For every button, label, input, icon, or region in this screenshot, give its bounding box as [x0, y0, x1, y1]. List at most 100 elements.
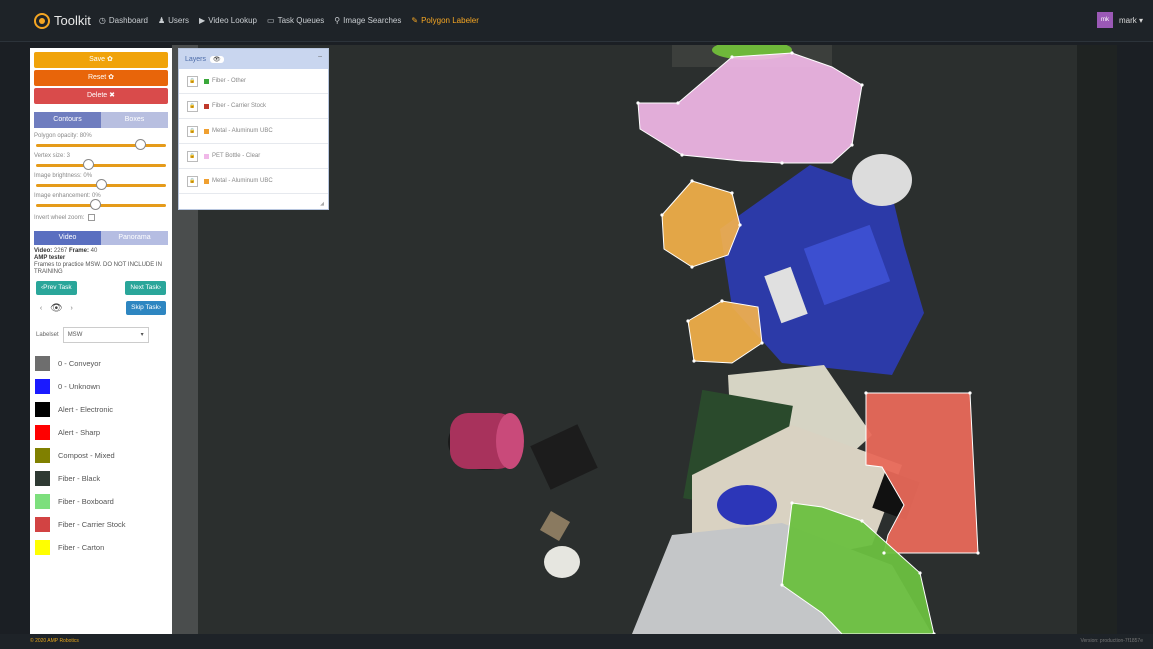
- nav-item-dashboard[interactable]: ◷ Dashboard: [99, 16, 148, 25]
- version-text: Version: production-7f1857e: [1080, 638, 1143, 644]
- lock-icon[interactable]: 🔒: [187, 125, 198, 137]
- layer-item[interactable]: 🔒 Metal - Aluminum UBC: [179, 119, 328, 144]
- nav-item-image-searches[interactable]: ⚲ Image Searches: [334, 16, 401, 25]
- slider-handle[interactable]: [96, 179, 107, 190]
- bottle-cap-blue: [717, 485, 777, 525]
- frame-label: Frame:: [68, 248, 89, 254]
- polygon-metal-aluminum-ubc-1[interactable]: [661, 180, 741, 268]
- save-button[interactable]: Save ✿: [34, 52, 168, 68]
- layer-item[interactable]: 🔒 Fiber - Carrier Stock: [179, 94, 328, 119]
- dashboard-icon: ◷: [98, 16, 106, 25]
- eye-icon[interactable]: 👁: [210, 55, 224, 63]
- video-label: Video:: [34, 248, 53, 254]
- labelset-select[interactable]: MSW: [62, 327, 149, 343]
- top-navbar: Toolkit ◷ Dashboard ♟ Users ▶ Video Lookup …: [0, 0, 1153, 42]
- layers-panel[interactable]: Layers 👁 ‒ 🔒 Fiber - Other 🔒 Fiber - Car…: [178, 48, 329, 210]
- nav-label: Polygon Labeler: [421, 16, 479, 25]
- tab-boxes[interactable]: Boxes: [101, 112, 168, 128]
- class-name: Fiber - Boxboard: [58, 497, 114, 506]
- reset-button[interactable]: Reset ✿: [34, 70, 168, 86]
- class-name: Fiber - Carton: [58, 543, 105, 552]
- class-name: Alert - Electronic: [58, 405, 114, 414]
- next-task-button[interactable]: Next Task›: [125, 281, 166, 295]
- vertex-size-label: Vertex size: 3: [34, 153, 71, 159]
- layer-item[interactable]: 🔒 PET Bottle - Clear: [179, 144, 328, 169]
- slider-handle[interactable]: [83, 159, 94, 170]
- user-menu[interactable]: mk mark ▾: [1096, 12, 1143, 28]
- lock-icon[interactable]: 🔒: [187, 175, 198, 187]
- class-item[interactable]: 0 - Unknown: [35, 375, 172, 398]
- delete-button[interactable]: Delete ✖: [34, 88, 168, 104]
- prev-frame-icon[interactable]: ‹: [36, 305, 46, 312]
- tab-contours[interactable]: Contours: [34, 112, 101, 128]
- nav-item-task-queues[interactable]: ▭ Task Queues: [267, 16, 324, 25]
- class-name: 0 - Unknown: [58, 382, 101, 391]
- calendar-icon: ▭: [267, 16, 275, 25]
- brand-name: Toolkit: [54, 13, 91, 28]
- class-name: 0 - Conveyor: [58, 359, 101, 368]
- tab-video[interactable]: Video: [34, 231, 101, 245]
- layer-name: PET Bottle - Clear: [212, 153, 261, 159]
- user-icon: ♟: [157, 16, 166, 25]
- nav-label: Image Searches: [343, 16, 402, 25]
- user-name: mark ▾: [1118, 15, 1143, 25]
- layer-item[interactable]: 🔒 Fiber - Other: [179, 69, 328, 94]
- nav-item-polygon-labeler[interactable]: ✎ Polygon Labeler: [411, 16, 479, 25]
- next-frame-icon[interactable]: ›: [67, 305, 77, 312]
- avatar: mk: [1096, 12, 1113, 28]
- nav-label: Dashboard: [108, 16, 148, 25]
- class-item[interactable]: Alert - Sharp: [35, 421, 172, 444]
- class-item[interactable]: Compost - Mixed: [35, 444, 172, 467]
- class-item[interactable]: Fiber - Boxboard: [35, 490, 172, 513]
- cardboard-scrap: [539, 510, 571, 542]
- task-description: Frames to practice MSW. DO NOT INCLUDE I…: [34, 262, 162, 275]
- class-item[interactable]: Alert - Electronic: [35, 398, 172, 421]
- layer-item[interactable]: 🔒 Metal - Aluminum UBC: [179, 169, 328, 194]
- prev-task-button[interactable]: ‹Prev Task: [36, 281, 77, 295]
- resize-handle-icon[interactable]: ◢: [320, 201, 324, 207]
- class-color-swatch: [35, 356, 50, 371]
- layer-color-swatch: [204, 103, 209, 109]
- polygon-pet-bottle-clear[interactable]: [637, 52, 863, 164]
- nav-item-users[interactable]: ♟ Users: [158, 16, 189, 25]
- video-icon: ▶: [199, 16, 206, 25]
- slider-handle[interactable]: [135, 139, 146, 150]
- invert-wheel-label: Invert wheel zoom:: [34, 214, 85, 221]
- lock-icon[interactable]: 🔒: [187, 75, 198, 87]
- eye-icon[interactable]: 👁: [50, 303, 63, 314]
- layer-name: Fiber - Carrier Stock: [212, 103, 267, 109]
- logo-icon: [34, 12, 50, 29]
- class-item[interactable]: Fiber - Carrier Stock: [35, 513, 172, 536]
- nav-item-video-lookup[interactable]: ▶ Video Lookup: [199, 16, 257, 25]
- layer-name: Metal - Aluminum UBC: [212, 178, 273, 184]
- brand[interactable]: Toolkit: [34, 12, 91, 29]
- class-item[interactable]: Fiber - Black: [35, 467, 172, 490]
- invert-wheel-checkbox[interactable]: [88, 214, 96, 221]
- collapse-icon[interactable]: ‒: [318, 53, 322, 60]
- lock-icon[interactable]: 🔒: [187, 150, 198, 162]
- class-item[interactable]: Fiber - Carton: [35, 536, 172, 559]
- class-name: Alert - Sharp: [58, 428, 101, 437]
- slider-track: [36, 144, 166, 147]
- vertex-size-slider[interactable]: [36, 159, 166, 170]
- frame-nav-row: ‹ 👁 › Skip Task›: [36, 301, 166, 315]
- lock-icon[interactable]: 🔒: [187, 100, 198, 112]
- layer-name: Metal - Aluminum UBC: [212, 128, 273, 134]
- polygon-opacity-label: Polygon opacity: 80%: [34, 133, 92, 139]
- slider-handle[interactable]: [89, 199, 101, 210]
- class-color-swatch: [35, 379, 50, 394]
- skip-task-button[interactable]: Skip Task›: [126, 301, 166, 315]
- polygon-metal-aluminum-ubc-2[interactable]: [687, 300, 763, 364]
- class-name: Compost - Mixed: [58, 451, 115, 460]
- class-color-swatch: [35, 540, 50, 555]
- polygon-opacity-slider[interactable]: [36, 139, 166, 150]
- class-color-swatch: [35, 471, 50, 486]
- labelset-row: Labelset MSW: [36, 327, 166, 343]
- image-enhancement-slider[interactable]: [36, 199, 166, 210]
- video-id: 2267: [53, 248, 68, 254]
- image-brightness-slider[interactable]: [36, 179, 166, 190]
- class-item[interactable]: 0 - Conveyor: [35, 352, 172, 375]
- class-color-swatch: [35, 517, 50, 532]
- tab-panorama[interactable]: Panorama: [101, 231, 168, 245]
- footer: © 2020 AMP Robotics Version: production-…: [0, 634, 1153, 649]
